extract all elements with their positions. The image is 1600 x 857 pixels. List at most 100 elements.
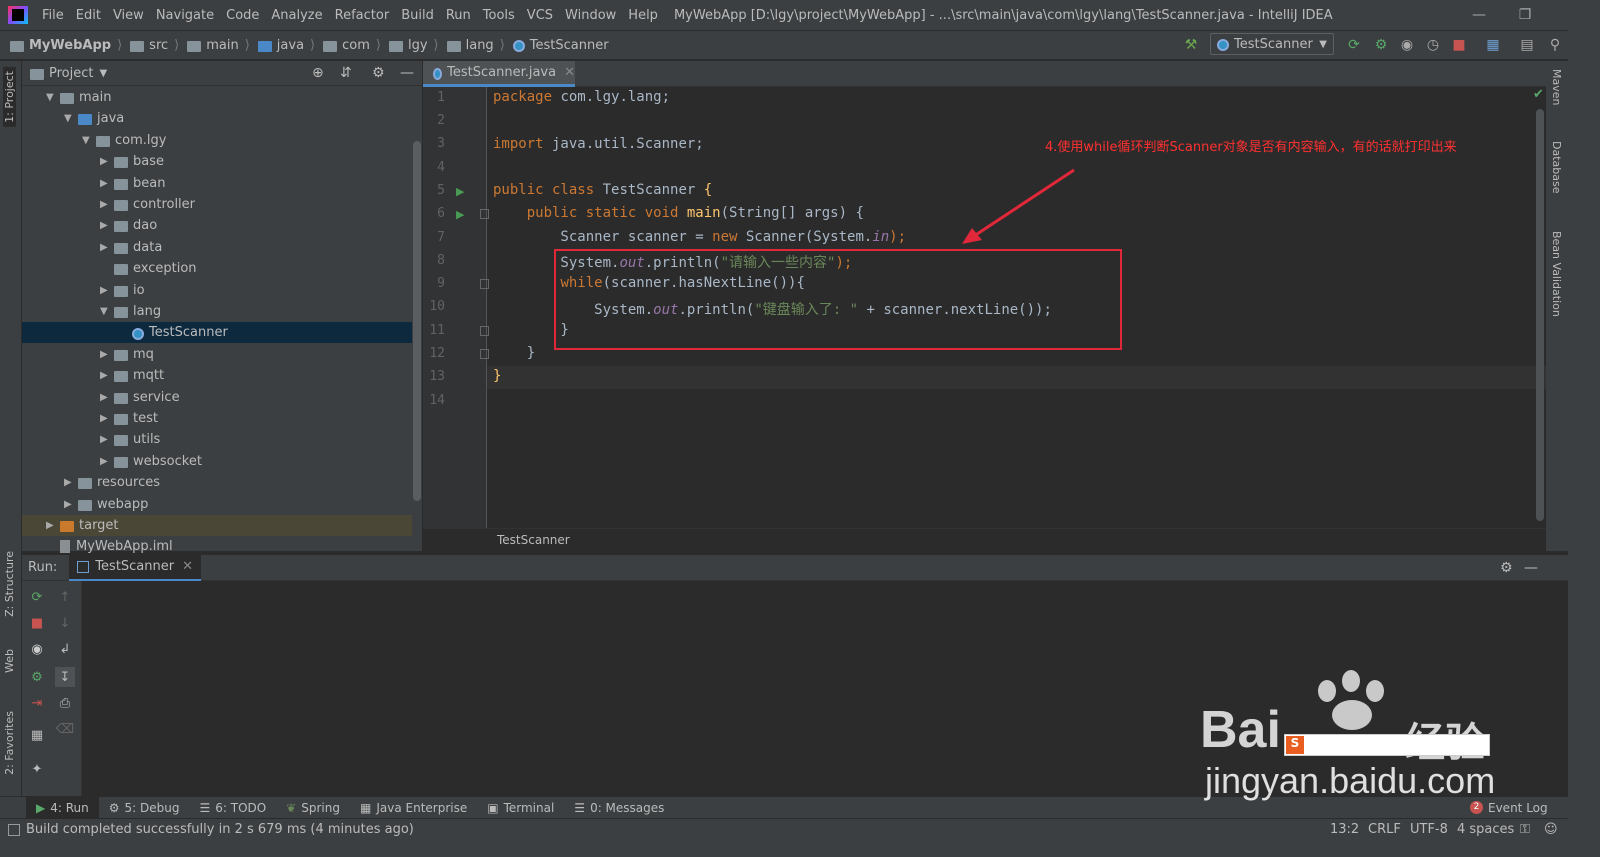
run-main-icon[interactable]: ▶ bbox=[456, 208, 464, 221]
notification-icon[interactable]: ☺ bbox=[1544, 822, 1558, 837]
hide-panel-icon[interactable]: — bbox=[400, 65, 414, 81]
tree-item-utils[interactable]: ▶ utils bbox=[22, 429, 412, 450]
tree-item-data[interactable]: ▶ data bbox=[22, 237, 412, 258]
tree-item-bean[interactable]: ▶ bean bbox=[22, 173, 412, 194]
chevron-right-icon[interactable]: ▶ bbox=[100, 434, 114, 445]
tree-item-io[interactable]: ▶ io bbox=[22, 280, 412, 301]
menu-tools[interactable]: Tools bbox=[477, 8, 521, 23]
tree-item-webapp[interactable]: ▶ webapp bbox=[22, 494, 412, 515]
maven-tool-button[interactable]: Maven bbox=[1550, 69, 1563, 105]
chevron-right-icon[interactable]: ▶ bbox=[46, 520, 60, 531]
menu-code[interactable]: Code bbox=[220, 8, 265, 23]
restore-icon[interactable]: ❐ bbox=[1502, 0, 1548, 30]
menu-file[interactable]: File bbox=[36, 8, 70, 23]
status-message[interactable]: Build completed successfully in 2 s 679 … bbox=[26, 822, 414, 837]
tab-todo[interactable]: ☰ 6: TODO bbox=[189, 797, 276, 819]
pin-icon[interactable]: ✦ bbox=[27, 759, 47, 779]
tab-java-enterprise[interactable]: ▦ Java Enterprise bbox=[350, 797, 477, 819]
tab-testscanner-java[interactable]: TestScanner.java ✕ bbox=[423, 61, 575, 87]
fold-icon[interactable] bbox=[480, 349, 489, 359]
favorites-tool-button[interactable]: 2: Favorites bbox=[3, 711, 16, 775]
tree-item-mq[interactable]: ▶ mq bbox=[22, 344, 412, 365]
chevron-down-icon[interactable]: ▼ bbox=[99, 68, 107, 79]
tab-run[interactable]: ▶ 4: Run bbox=[26, 796, 99, 819]
menu-vcs[interactable]: VCS bbox=[521, 8, 559, 23]
tab-terminal[interactable]: ▣ Terminal bbox=[477, 797, 564, 819]
print-icon[interactable]: ⎙ bbox=[55, 693, 75, 713]
debug-icon[interactable]: ⚙ bbox=[27, 667, 47, 687]
chevron-right-icon[interactable]: ▶ bbox=[100, 242, 114, 253]
code-line-3[interactable]: import java.util.Scanner; bbox=[493, 136, 704, 152]
tab-debug[interactable]: ⚙ 5: Debug bbox=[99, 797, 190, 819]
chevron-right-icon[interactable]: ▶ bbox=[100, 413, 114, 424]
tree-item-dao[interactable]: ▶ dao bbox=[22, 215, 412, 236]
tree-item-resources[interactable]: ▶ resources bbox=[22, 472, 412, 493]
camera-icon[interactable]: ◉ bbox=[27, 639, 47, 659]
breadcrumb-java[interactable]: java ⟩ bbox=[254, 38, 319, 53]
profile-icon[interactable]: ◷ bbox=[1422, 34, 1444, 56]
collapse-all-icon[interactable]: ⇵ bbox=[340, 65, 352, 81]
tree-item-controller[interactable]: ▶ controller bbox=[22, 194, 412, 215]
gear-icon[interactable]: ⚙ bbox=[1500, 560, 1513, 576]
editor-breadcrumb[interactable]: TestScanner bbox=[423, 528, 1546, 551]
chevron-right-icon[interactable]: ▶ bbox=[100, 285, 114, 296]
soft-wrap-icon[interactable]: ↲ bbox=[55, 639, 75, 659]
project-structure-icon[interactable]: ▦ bbox=[1482, 34, 1504, 56]
project-tool-button[interactable]: 1: Project bbox=[3, 67, 16, 127]
breadcrumb-main[interactable]: main ⟩ bbox=[183, 38, 254, 53]
chevron-down-icon[interactable]: ▼ bbox=[100, 306, 114, 317]
code-line-1[interactable]: package com.lgy.lang; bbox=[493, 89, 670, 105]
debug-icon[interactable]: ⚙ bbox=[1370, 34, 1392, 56]
code-line-5[interactable]: public class TestScanner { bbox=[493, 182, 712, 198]
minimize-icon[interactable]: — bbox=[1456, 0, 1502, 30]
breadcrumb-com[interactable]: com ⟩ bbox=[319, 38, 385, 53]
build-hammer-icon[interactable]: ⚒ bbox=[1180, 34, 1202, 56]
tree-item-service[interactable]: ▶ service bbox=[22, 387, 412, 408]
breadcrumb-src[interactable]: src ⟩ bbox=[126, 38, 183, 53]
chevron-right-icon[interactable]: ▶ bbox=[100, 370, 114, 381]
tab-spring[interactable]: ❦ Spring bbox=[276, 797, 350, 819]
menu-view[interactable]: View bbox=[107, 8, 150, 23]
fold-icon[interactable] bbox=[480, 279, 489, 289]
code-line-6[interactable]: public static void main(String[] args) { bbox=[493, 205, 864, 221]
chevron-down-icon[interactable]: ▼ bbox=[82, 135, 96, 146]
tree-item-test[interactable]: ▶ test bbox=[22, 408, 412, 429]
code-line-7[interactable]: Scanner scanner = new Scanner(System.in)… bbox=[493, 229, 906, 245]
structure-tool-button[interactable]: Z: Structure bbox=[3, 551, 16, 617]
caret-position[interactable]: 13:2 bbox=[1330, 822, 1359, 837]
menu-run[interactable]: Run bbox=[440, 8, 477, 23]
chevron-right-icon[interactable]: ▶ bbox=[100, 156, 114, 167]
file-encoding[interactable]: UTF-8 bbox=[1410, 822, 1448, 837]
chevron-right-icon[interactable]: ▶ bbox=[100, 220, 114, 231]
close-tab-icon[interactable]: ✕ bbox=[182, 559, 193, 574]
arrow-down-icon[interactable]: ↓ bbox=[55, 613, 75, 633]
chevron-right-icon[interactable]: ▶ bbox=[100, 456, 114, 467]
code-line-12[interactable]: } bbox=[493, 345, 535, 361]
line-separator[interactable]: CRLF bbox=[1368, 822, 1401, 837]
menu-navigate[interactable]: Navigate bbox=[150, 8, 220, 23]
locate-icon[interactable]: ⊕ bbox=[312, 65, 324, 81]
run-class-icon[interactable]: ▶ bbox=[456, 185, 464, 198]
tree-item-com-lgy[interactable]: ▼ com.lgy bbox=[22, 130, 412, 151]
breadcrumb-lgy[interactable]: lgy ⟩ bbox=[385, 38, 443, 53]
arrow-up-icon[interactable]: ↑ bbox=[55, 587, 75, 607]
menu-edit[interactable]: Edit bbox=[70, 8, 107, 23]
scroll-to-end-icon[interactable]: ↧ bbox=[55, 667, 75, 687]
chevron-right-icon[interactable]: ▶ bbox=[100, 392, 114, 403]
menu-refactor[interactable]: Refactor bbox=[329, 8, 396, 23]
tree-item-testscanner[interactable]: TestScanner bbox=[22, 322, 412, 344]
breadcrumb-class[interactable]: TestScanner bbox=[509, 38, 613, 53]
inspection-ok-icon[interactable]: ✔ bbox=[1533, 87, 1544, 102]
rerun-icon[interactable]: ⟳ bbox=[27, 587, 47, 607]
chevron-down-icon[interactable]: ▼ bbox=[46, 92, 60, 103]
menu-help[interactable]: Help bbox=[622, 8, 664, 23]
rerun-icon[interactable]: ⟳ bbox=[1343, 34, 1365, 56]
project-view-select[interactable]: Project bbox=[49, 66, 93, 81]
gear-icon[interactable]: ⚙ bbox=[372, 65, 385, 81]
breadcrumb-project[interactable]: MyWebApp ⟩ bbox=[0, 38, 126, 53]
layout-icon[interactable]: ▦ bbox=[27, 725, 47, 745]
tree-item-websocket[interactable]: ▶ websocket bbox=[22, 451, 412, 472]
layout-toggle-icon[interactable] bbox=[8, 823, 20, 836]
database-tool-button[interactable]: Database bbox=[1550, 141, 1563, 194]
code-line-13[interactable]: } bbox=[493, 368, 501, 384]
